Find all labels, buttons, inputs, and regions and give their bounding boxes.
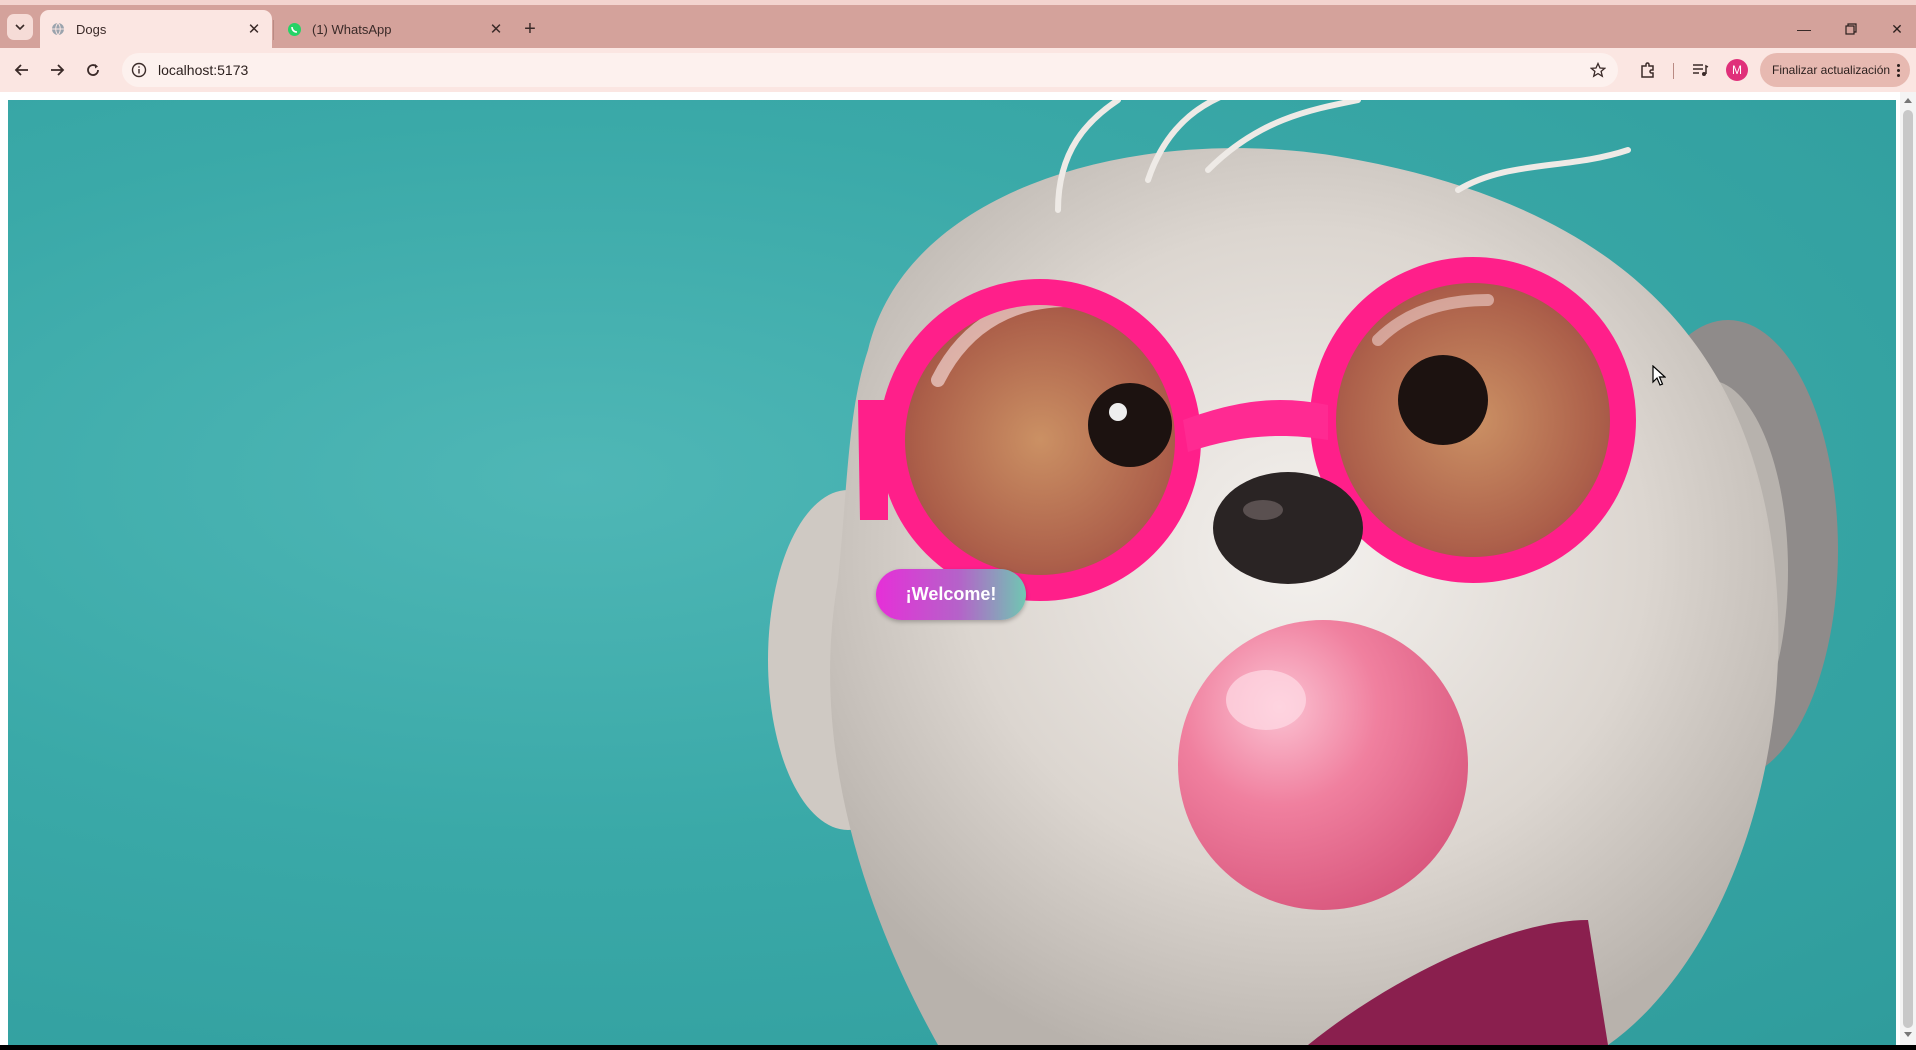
playlist-icon — [1693, 64, 1709, 76]
welcome-button[interactable]: ¡Welcome! — [876, 569, 1026, 620]
scrollbar-thumb[interactable] — [1903, 110, 1913, 1028]
browser-chrome: Dogs ✕ (1) WhatsApp ✕ + — ✕ localhost:51… — [0, 0, 1916, 99]
media-controls-button[interactable] — [1688, 58, 1712, 82]
more-menu-icon[interactable] — [1892, 63, 1904, 77]
page-scrollbar[interactable] — [1900, 92, 1916, 1045]
forward-button[interactable] — [43, 56, 71, 84]
close-icon: ✕ — [1891, 20, 1903, 37]
hero-dog-image: ¡Welcome! — [8, 100, 1896, 1045]
whatsapp-icon — [286, 21, 302, 37]
page-viewport: ¡Welcome! — [0, 92, 1916, 1045]
update-button-label: Finalizar actualización — [1772, 63, 1891, 77]
toolbar-divider — [1673, 63, 1674, 79]
arrow-left-icon — [14, 64, 28, 76]
bubble-gum — [1178, 620, 1468, 910]
dog-eye-left — [1088, 383, 1172, 467]
tab-title: Dogs — [76, 21, 107, 37]
tab-title: (1) WhatsApp — [312, 21, 392, 37]
tab-dogs[interactable]: Dogs ✕ — [40, 10, 272, 48]
url-text: localhost:5173 — [158, 62, 249, 78]
profile-avatar[interactable]: M — [1726, 59, 1748, 81]
close-tab-icon[interactable]: ✕ — [244, 19, 264, 39]
extensions-button[interactable] — [1636, 58, 1660, 82]
chevron-down-icon — [15, 24, 25, 30]
update-button[interactable]: Finalizar actualización — [1760, 53, 1910, 87]
dog-eye-right — [1398, 355, 1488, 445]
tab-search-button[interactable] — [7, 14, 33, 40]
puzzle-icon — [1641, 62, 1654, 78]
mouse-cursor-icon — [1652, 365, 1666, 386]
dog-nose — [1213, 472, 1363, 584]
arrow-right-icon — [51, 64, 65, 76]
reload-button[interactable] — [79, 56, 107, 84]
minimize-button[interactable]: — — [1784, 15, 1824, 43]
address-bar[interactable]: localhost:5173 — [122, 53, 1618, 87]
site-info-icon[interactable] — [130, 61, 148, 79]
tab-whatsapp[interactable]: (1) WhatsApp ✕ — [276, 10, 514, 48]
tab-strip: Dogs ✕ (1) WhatsApp ✕ + — ✕ — [0, 5, 1916, 48]
minimize-icon: — — [1797, 21, 1811, 37]
globe-icon — [50, 21, 66, 37]
tab-divider — [273, 20, 274, 40]
scroll-up-arrow-icon[interactable] — [1904, 98, 1912, 103]
close-window-button[interactable]: ✕ — [1877, 15, 1916, 43]
screen-bottom-edge — [0, 1045, 1916, 1050]
new-tab-button[interactable]: + — [518, 17, 542, 41]
close-tab-icon[interactable]: ✕ — [486, 19, 506, 39]
restore-icon — [1845, 23, 1857, 35]
browser-toolbar: localhost:5173 M Finalizar actualización — [0, 48, 1916, 92]
bookmark-star-icon[interactable] — [1588, 60, 1608, 80]
profile-initial: M — [1732, 63, 1742, 77]
plus-icon: + — [524, 17, 536, 40]
back-button[interactable] — [8, 56, 36, 84]
scroll-down-arrow-icon[interactable] — [1904, 1032, 1912, 1037]
restore-button[interactable] — [1831, 15, 1871, 43]
reload-icon — [87, 64, 99, 76]
